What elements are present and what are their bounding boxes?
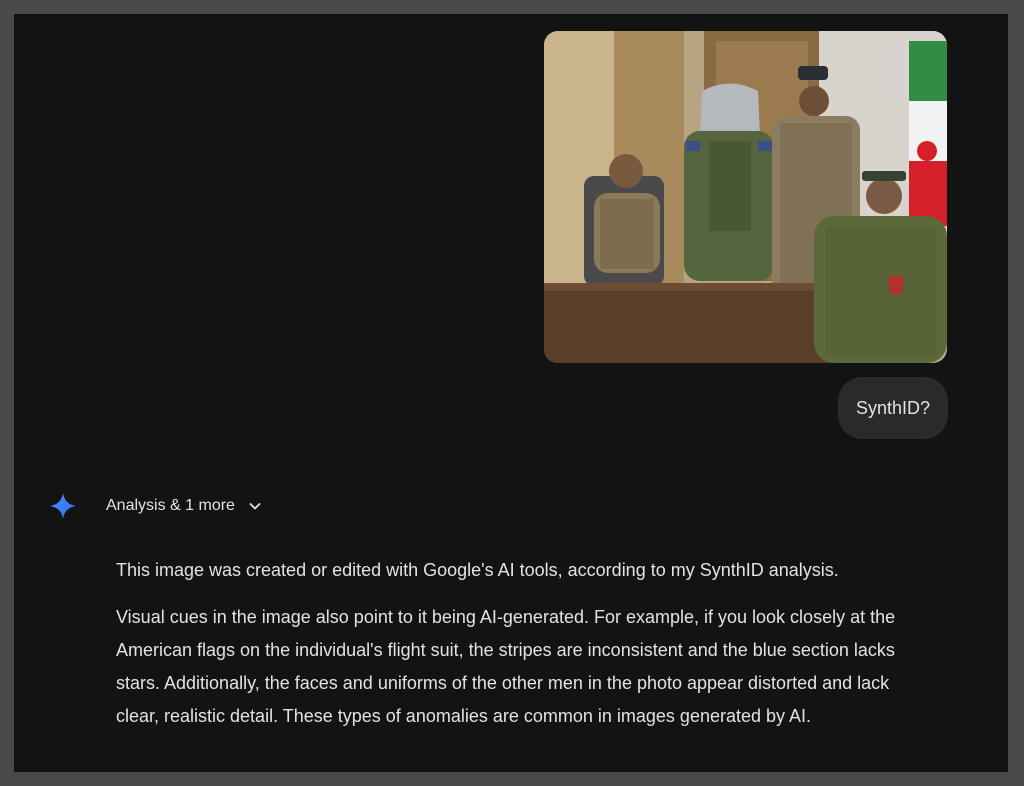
analysis-tools-label: Analysis & 1 more — [106, 497, 235, 514]
response-paragraph: This image was created or edited with Go… — [116, 560, 839, 580]
user-message-text: SynthID? — [855, 397, 930, 418]
uploaded-photo-illustration — [544, 31, 947, 363]
model-response: This image was created or edited with Go… — [116, 554, 936, 747]
analysis-tools-toggle[interactable]: Analysis & 1 more — [106, 492, 263, 520]
uploaded-image[interactable] — [544, 31, 947, 363]
gemini-sparkle-icon — [50, 493, 76, 519]
response-paragraph: Visual cues in the image also point to i… — [116, 607, 896, 726]
user-message-bubble[interactable]: SynthID? — [837, 377, 948, 439]
chat-window: SynthID? Analysis & 1 more This image wa… — [14, 14, 1008, 772]
chevron-down-icon — [249, 503, 261, 510]
